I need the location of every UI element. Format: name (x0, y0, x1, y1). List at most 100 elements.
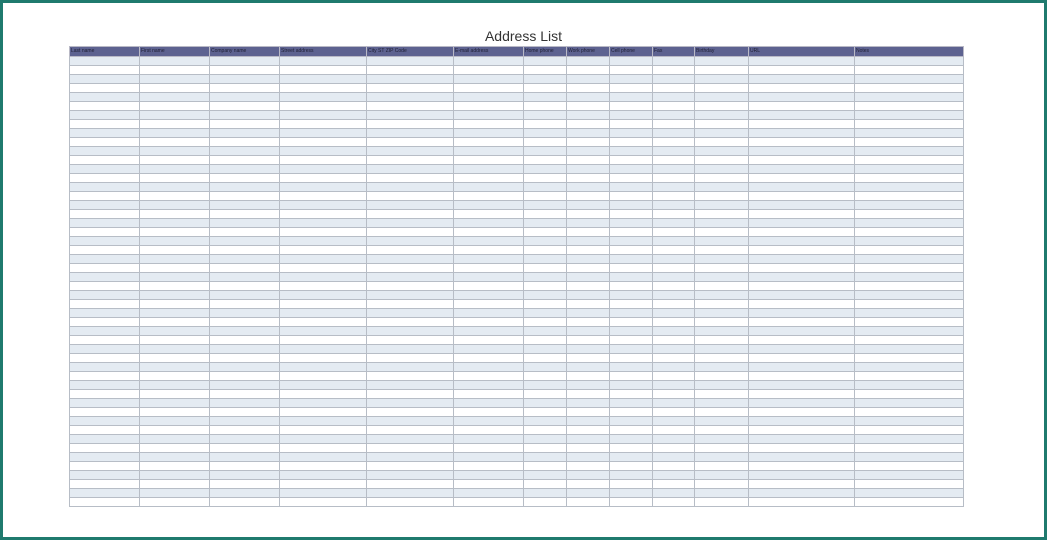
table-cell[interactable] (566, 137, 610, 147)
table-cell[interactable] (609, 110, 653, 120)
table-cell[interactable] (209, 371, 280, 381)
table-cell[interactable] (694, 443, 749, 453)
table-cell[interactable] (366, 362, 454, 372)
table-cell[interactable] (139, 299, 210, 309)
table-cell[interactable] (453, 389, 524, 399)
table-cell[interactable] (523, 344, 567, 354)
table-cell[interactable] (748, 173, 855, 183)
table-cell[interactable] (566, 164, 610, 174)
table-cell[interactable] (279, 209, 367, 219)
table-cell[interactable] (139, 200, 210, 210)
table-cell[interactable] (694, 254, 749, 264)
table-cell[interactable] (453, 137, 524, 147)
table-cell[interactable] (609, 209, 653, 219)
table-cell[interactable] (453, 416, 524, 426)
table-cell[interactable] (609, 263, 653, 273)
table-cell[interactable] (523, 452, 567, 462)
table-cell[interactable] (694, 74, 749, 84)
table-cell[interactable] (453, 173, 524, 183)
table-cell[interactable] (566, 398, 610, 408)
table-cell[interactable] (652, 110, 695, 120)
table-cell[interactable] (279, 56, 367, 66)
table-cell[interactable] (854, 101, 964, 111)
table-cell[interactable] (566, 155, 610, 165)
table-cell[interactable] (652, 380, 695, 390)
table-cell[interactable] (652, 389, 695, 399)
table-cell[interactable] (748, 209, 855, 219)
table-cell[interactable] (566, 263, 610, 273)
table-cell[interactable] (279, 317, 367, 327)
table-cell[interactable] (453, 128, 524, 138)
table-cell[interactable] (69, 74, 140, 84)
table-cell[interactable] (854, 263, 964, 273)
table-cell[interactable] (453, 398, 524, 408)
table-cell[interactable] (694, 65, 749, 75)
table-cell[interactable] (69, 407, 140, 417)
table-cell[interactable] (609, 344, 653, 354)
table-cell[interactable] (209, 452, 280, 462)
table-cell[interactable] (279, 173, 367, 183)
table-cell[interactable] (453, 335, 524, 345)
table-cell[interactable] (523, 389, 567, 399)
table-cell[interactable] (279, 101, 367, 111)
table-cell[interactable] (366, 371, 454, 381)
table-cell[interactable] (366, 452, 454, 462)
table-cell[interactable] (609, 56, 653, 66)
table-cell[interactable] (279, 425, 367, 435)
table-cell[interactable] (854, 308, 964, 318)
table-cell[interactable] (366, 326, 454, 336)
column-header-street-address[interactable]: Street address (279, 46, 367, 57)
table-cell[interactable] (209, 146, 280, 156)
table-cell[interactable] (139, 497, 210, 507)
table-cell[interactable] (453, 362, 524, 372)
table-cell[interactable] (652, 227, 695, 237)
table-cell[interactable] (566, 488, 610, 498)
table-cell[interactable] (69, 227, 140, 237)
table-cell[interactable] (279, 110, 367, 120)
table-cell[interactable] (453, 353, 524, 363)
table-cell[interactable] (694, 146, 749, 156)
table-cell[interactable] (652, 182, 695, 192)
table-cell[interactable] (453, 488, 524, 498)
table-cell[interactable] (566, 101, 610, 111)
table-cell[interactable] (854, 110, 964, 120)
table-cell[interactable] (652, 425, 695, 435)
table-cell[interactable] (209, 119, 280, 129)
table-cell[interactable] (209, 398, 280, 408)
table-cell[interactable] (523, 488, 567, 498)
table-cell[interactable] (366, 398, 454, 408)
table-cell[interactable] (652, 137, 695, 147)
table-cell[interactable] (69, 110, 140, 120)
table-cell[interactable] (366, 128, 454, 138)
table-cell[interactable] (609, 479, 653, 489)
table-cell[interactable] (209, 137, 280, 147)
table-cell[interactable] (523, 497, 567, 507)
table-cell[interactable] (209, 83, 280, 93)
table-cell[interactable] (854, 326, 964, 336)
table-cell[interactable] (279, 227, 367, 237)
table-cell[interactable] (366, 173, 454, 183)
table-cell[interactable] (748, 254, 855, 264)
table-cell[interactable] (139, 110, 210, 120)
table-cell[interactable] (609, 326, 653, 336)
table-cell[interactable] (279, 461, 367, 471)
table-cell[interactable] (694, 218, 749, 228)
table-cell[interactable] (209, 74, 280, 84)
table-cell[interactable] (279, 236, 367, 246)
table-cell[interactable] (609, 218, 653, 228)
table-cell[interactable] (854, 434, 964, 444)
table-cell[interactable] (854, 74, 964, 84)
table-cell[interactable] (609, 299, 653, 309)
table-cell[interactable] (366, 191, 454, 201)
table-cell[interactable] (209, 164, 280, 174)
table-cell[interactable] (652, 362, 695, 372)
table-cell[interactable] (609, 164, 653, 174)
table-cell[interactable] (366, 497, 454, 507)
table-cell[interactable] (694, 56, 749, 66)
table-cell[interactable] (854, 245, 964, 255)
table-cell[interactable] (69, 299, 140, 309)
table-cell[interactable] (694, 83, 749, 93)
table-cell[interactable] (566, 479, 610, 489)
table-cell[interactable] (523, 317, 567, 327)
table-cell[interactable] (523, 272, 567, 282)
